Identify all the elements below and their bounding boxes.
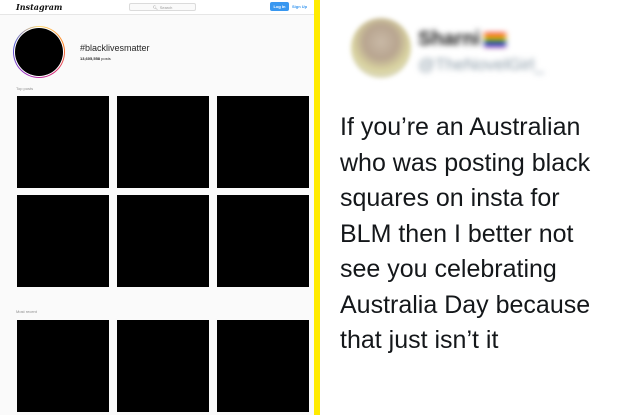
tweet-text-line: that just isn’t it bbox=[340, 326, 499, 354]
user-avatar[interactable] bbox=[351, 18, 411, 78]
post-tile[interactable] bbox=[117, 96, 209, 188]
post-tile[interactable] bbox=[117, 195, 209, 287]
search-icon: 🔍︎ bbox=[152, 5, 158, 10]
tweet-text-line: squares on insta for bbox=[340, 184, 560, 212]
hashtag-avatar-ring bbox=[13, 26, 65, 78]
tweet-text-line: BLM then I better not bbox=[340, 219, 574, 248]
tweet-author-handle[interactable]: @TheNovelGirl_ bbox=[418, 55, 544, 75]
instagram-screenshot: Instagram 🔍︎ Search Log In Sign Up #black… bbox=[0, 0, 314, 415]
hashtag-avatar bbox=[15, 28, 63, 76]
post-tile[interactable] bbox=[117, 320, 209, 412]
instagram-logo[interactable]: Instagram bbox=[16, 2, 62, 12]
post-count-suffix: posts bbox=[101, 56, 111, 61]
tweet-card: Sharni @TheNovelGirl_ If you’re an Austr… bbox=[320, 0, 625, 415]
post-tile[interactable] bbox=[217, 320, 309, 412]
tweet-text-line: see you celebrating bbox=[340, 255, 557, 283]
most-recent-label: Most recent bbox=[16, 309, 37, 314]
tweet-text: If you’re an Australian who was posting … bbox=[340, 110, 625, 359]
tweet-text-line: Australia Day because bbox=[340, 290, 591, 319]
post-tile[interactable] bbox=[17, 320, 109, 412]
post-tile[interactable] bbox=[217, 195, 309, 287]
display-name: Sharni bbox=[418, 28, 481, 50]
post-count: 13,605,558 posts bbox=[80, 56, 111, 61]
search-input[interactable]: 🔍︎ Search bbox=[129, 3, 196, 11]
post-tile[interactable] bbox=[17, 195, 109, 287]
instagram-top-bar: Instagram 🔍︎ Search Log In Sign Up bbox=[0, 0, 314, 15]
sign-up-link[interactable]: Sign Up bbox=[292, 2, 307, 11]
post-tile[interactable] bbox=[17, 96, 109, 188]
rainbow-flag-icon bbox=[484, 32, 507, 47]
top-posts-label: Top posts bbox=[16, 86, 34, 91]
log-in-button[interactable]: Log In bbox=[270, 2, 289, 11]
post-tile[interactable] bbox=[217, 96, 309, 188]
post-count-value: 13,605,558 bbox=[80, 56, 101, 61]
tweet-text-line: If you’re an Australian bbox=[340, 113, 581, 141]
tweet-author-name[interactable]: Sharni bbox=[418, 28, 507, 51]
hashtag-title: #blacklivesmatter bbox=[80, 43, 150, 53]
tweet-text-line: who was posting black bbox=[340, 148, 591, 177]
search-placeholder: Search bbox=[159, 5, 173, 10]
